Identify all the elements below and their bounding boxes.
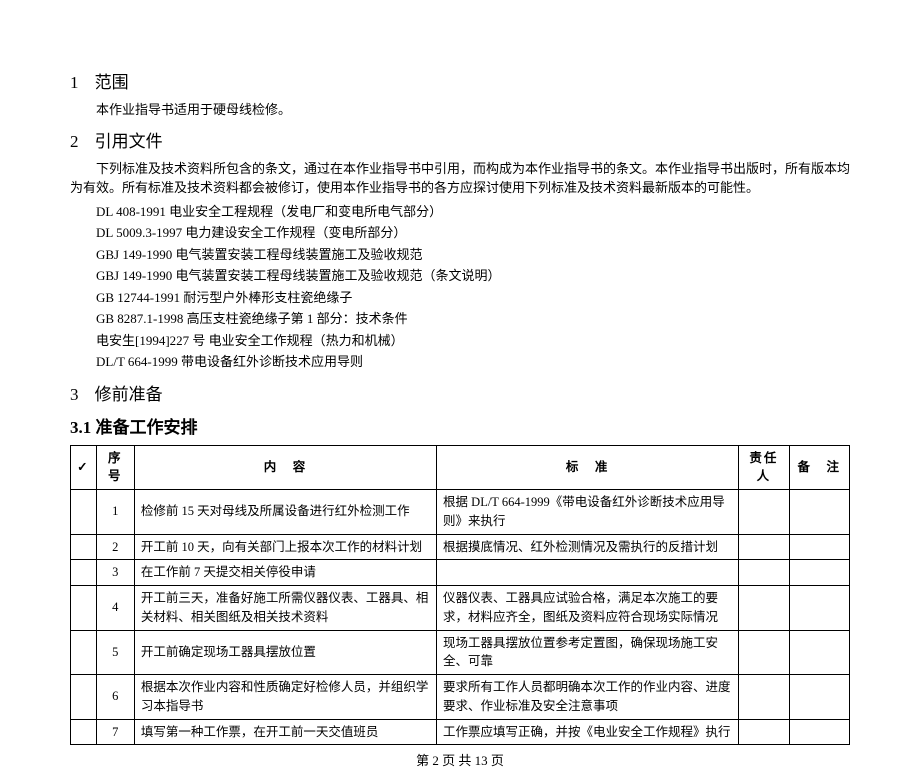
cell-standard: 根据摸底情况、红外检测情况及需执行的反措计划 — [437, 534, 739, 560]
cell-note — [789, 719, 849, 745]
th-resp: 责任人 — [739, 445, 789, 490]
table-row: 3 在工作前 7 天提交相关停役申请 — [71, 560, 850, 586]
cell-seq: 5 — [96, 630, 134, 675]
cell-content: 开工前 10 天，向有关部门上报本次工作的材料计划 — [134, 534, 436, 560]
cell-seq: 4 — [96, 586, 134, 631]
section-2-num: 2 — [70, 129, 90, 155]
th-content: 内 容 — [134, 445, 436, 490]
cell-seq: 7 — [96, 719, 134, 745]
cell-seq: 3 — [96, 560, 134, 586]
cell-note — [789, 560, 849, 586]
ref-item: DL 5009.3-1997 电力建设安全工作规程（变电所部分） — [96, 223, 850, 243]
page-footer: 第 2 页 共 13 页 — [70, 751, 850, 771]
reference-list: DL 408-1991 电业安全工程规程（发电厂和变电所电气部分） DL 500… — [96, 202, 850, 372]
section-3-num: 3 — [70, 382, 90, 408]
cell-seq: 1 — [96, 490, 134, 535]
cell-resp — [739, 630, 789, 675]
section-31-title: 准备工作安排 — [96, 418, 198, 437]
cell-check — [71, 534, 97, 560]
section-3-title: 修前准备 — [95, 385, 163, 404]
cell-check — [71, 560, 97, 586]
cell-standard — [437, 560, 739, 586]
cell-check — [71, 490, 97, 535]
th-standard: 标 准 — [437, 445, 739, 490]
section-1-body: 本作业指导书适用于硬母线检修。 — [70, 100, 850, 120]
section-2-body: 下列标准及技术资料所包含的条文，通过在本作业指导书中引用，而构成为本作业指导书的… — [70, 159, 850, 198]
cell-content: 填写第一种工作票，在开工前一天交值班员 — [134, 719, 436, 745]
cell-seq: 2 — [96, 534, 134, 560]
section-1-title: 范围 — [95, 73, 129, 92]
table-row: 4 开工前三天，准备好施工所需仪器仪表、工器具、相关材料、相关图纸及相关技术资料… — [71, 586, 850, 631]
cell-resp — [739, 675, 789, 720]
cell-resp — [739, 534, 789, 560]
ref-item: GB 8287.1-1998 高压支柱瓷绝缘子第 1 部分：技术条件 — [96, 309, 850, 329]
cell-standard: 现场工器具摆放位置参考定置图，确保现场施工安全、可靠 — [437, 630, 739, 675]
th-seq: 序号 — [96, 445, 134, 490]
heading-section-3-1: 3.1 准备工作安排 — [70, 415, 850, 441]
section-31-num: 3.1 — [70, 418, 91, 437]
cell-resp — [739, 560, 789, 586]
cell-check — [71, 630, 97, 675]
ref-item: GB 12744-1991 耐污型户外棒形支柱瓷绝缘子 — [96, 288, 850, 308]
cell-seq: 6 — [96, 675, 134, 720]
cell-content: 在工作前 7 天提交相关停役申请 — [134, 560, 436, 586]
cell-check — [71, 719, 97, 745]
heading-section-2: 2 引用文件 — [70, 129, 850, 155]
preparation-table: ✓ 序号 内 容 标 准 责任人 备 注 1 检修前 15 天对母线及所属设备进… — [70, 445, 850, 746]
cell-content: 根据本次作业内容和性质确定好检修人员，并组织学习本指导书 — [134, 675, 436, 720]
section-2-title: 引用文件 — [95, 132, 163, 151]
cell-resp — [739, 719, 789, 745]
table-row: 2 开工前 10 天，向有关部门上报本次工作的材料计划 根据摸底情况、红外检测情… — [71, 534, 850, 560]
table-body: 1 检修前 15 天对母线及所属设备进行红外检测工作 根据 DL/T 664-1… — [71, 490, 850, 745]
ref-item: DL 408-1991 电业安全工程规程（发电厂和变电所电气部分） — [96, 202, 850, 222]
cell-content: 开工前确定现场工器具摆放位置 — [134, 630, 436, 675]
cell-note — [789, 675, 849, 720]
cell-note — [789, 586, 849, 631]
table-row: 6 根据本次作业内容和性质确定好检修人员，并组织学习本指导书 要求所有工作人员都… — [71, 675, 850, 720]
table-row: 1 检修前 15 天对母线及所属设备进行红外检测工作 根据 DL/T 664-1… — [71, 490, 850, 535]
ref-item: DL/T 664-1999 带电设备红外诊断技术应用导则 — [96, 352, 850, 372]
cell-content: 检修前 15 天对母线及所属设备进行红外检测工作 — [134, 490, 436, 535]
th-check: ✓ — [71, 445, 97, 490]
cell-standard: 根据 DL/T 664-1999《带电设备红外诊断技术应用导则》来执行 — [437, 490, 739, 535]
ref-item: 电安生[1994]227 号 电业安全工作规程（热力和机械） — [96, 331, 850, 351]
cell-note — [789, 490, 849, 535]
heading-section-3: 3 修前准备 — [70, 382, 850, 408]
cell-resp — [739, 586, 789, 631]
cell-standard: 工作票应填写正确，并按《电业安全工作规程》执行 — [437, 719, 739, 745]
cell-standard: 要求所有工作人员都明确本次工作的作业内容、进度要求、作业标准及安全注意事项 — [437, 675, 739, 720]
ref-item: GBJ 149-1990 电气装置安装工程母线装置施工及验收规范 — [96, 245, 850, 265]
section-1-num: 1 — [70, 70, 90, 96]
th-note: 备 注 — [789, 445, 849, 490]
table-row: 5 开工前确定现场工器具摆放位置 现场工器具摆放位置参考定置图，确保现场施工安全… — [71, 630, 850, 675]
ref-item: GBJ 149-1990 电气装置安装工程母线装置施工及验收规范（条文说明） — [96, 266, 850, 286]
cell-resp — [739, 490, 789, 535]
cell-note — [789, 630, 849, 675]
table-row: 7 填写第一种工作票，在开工前一天交值班员 工作票应填写正确，并按《电业安全工作… — [71, 719, 850, 745]
cell-note — [789, 534, 849, 560]
cell-content: 开工前三天，准备好施工所需仪器仪表、工器具、相关材料、相关图纸及相关技术资料 — [134, 586, 436, 631]
cell-check — [71, 586, 97, 631]
cell-check — [71, 675, 97, 720]
heading-section-1: 1 范围 — [70, 70, 850, 96]
cell-standard: 仪器仪表、工器具应试验合格，满足本次施工的要求，材料应齐全，图纸及资料应符合现场… — [437, 586, 739, 631]
